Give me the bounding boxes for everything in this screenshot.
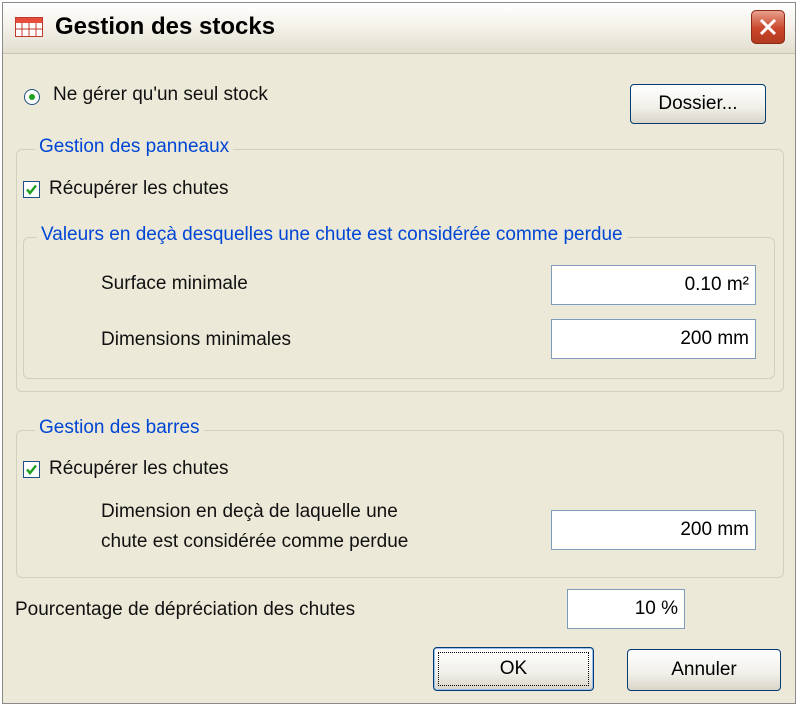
title-bar[interactable]: Gestion des stocks: [3, 3, 795, 54]
bars-dimension-label-line2: chute est considérée comme perdue: [101, 531, 409, 552]
folder-button[interactable]: Dossier...: [630, 84, 766, 124]
window-title: Gestion des stocks: [55, 13, 276, 40]
close-icon: [759, 18, 777, 36]
single-stock-radio[interactable]: [24, 89, 40, 105]
radio-selected-dot: [29, 94, 35, 100]
min-surface-input[interactable]: 0.10 m²: [551, 265, 756, 305]
panels-group-legend: Gestion des panneaux: [35, 136, 234, 158]
table-icon: [15, 17, 43, 37]
panels-thresholds-legend: Valeurs en deçà desquelles une chute est…: [37, 224, 627, 246]
checkmark-icon: [26, 184, 37, 195]
min-dimensions-label: Dimensions minimales: [101, 329, 292, 350]
min-dimensions-input[interactable]: 200 mm: [551, 319, 756, 359]
depreciation-label: Pourcentage de dépréciation des chutes: [15, 599, 356, 620]
bars-recover-checkbox[interactable]: [23, 461, 40, 478]
stock-management-dialog: Gestion des stocks Ne gérer qu'un seul s…: [2, 2, 796, 704]
bars-dimension-label-line1: Dimension en deçà de laquelle une: [101, 501, 398, 522]
focus-ring: [438, 652, 589, 686]
cancel-button[interactable]: Annuler: [627, 649, 781, 691]
panels-recover-label: Récupérer les chutes: [49, 178, 229, 199]
depreciation-input[interactable]: 10 %: [567, 589, 685, 629]
min-surface-label: Surface minimale: [101, 273, 248, 294]
bars-recover-label: Récupérer les chutes: [49, 458, 229, 479]
close-button[interactable]: [751, 10, 785, 44]
bars-dimension-input[interactable]: 200 mm: [551, 510, 756, 550]
ok-button[interactable]: OK: [433, 647, 594, 691]
panels-recover-checkbox[interactable]: [23, 181, 40, 198]
checkmark-icon: [26, 464, 37, 475]
bars-group-legend: Gestion des barres: [35, 417, 204, 439]
single-stock-label: Ne gérer qu'un seul stock: [53, 84, 268, 105]
